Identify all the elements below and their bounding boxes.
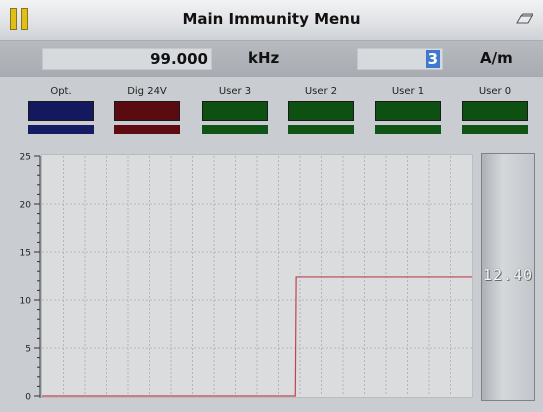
frequency-field[interactable]: 99.000 [42,48,212,70]
channel-bar [28,125,94,134]
channel-3[interactable]: User 2 [288,85,354,134]
y-tick-label: 0 [25,393,31,403]
channel-5[interactable]: User 0 [462,85,528,134]
y-tick-label: 10 [20,297,32,307]
level-chart: 0 5 10 15 20 25 [20,153,472,403]
page-title: Main Immunity Menu [182,10,361,28]
channel-bar [202,125,268,134]
channel-label: Dig 24V [127,86,167,97]
channel-0[interactable]: Opt. [28,85,94,134]
eraser-icon[interactable] [515,13,533,24]
y-tick-label: 15 [20,249,31,259]
amplitude-value[interactable]: 3 [425,50,440,68]
readout-panel: 12.40 [481,153,535,401]
channel-indicator[interactable] [114,101,180,121]
channel-label: User 1 [391,86,425,97]
channel-label: User 2 [304,86,338,97]
y-tick-label: 20 [20,201,32,211]
channel-bar [114,125,180,134]
channel-indicator[interactable] [202,101,268,121]
channel-4[interactable]: User 1 [375,85,441,134]
channel-bar [288,125,354,134]
channel-bar [462,125,528,134]
channel-bar [375,125,441,134]
channel-indicator[interactable] [288,101,354,121]
channel-1[interactable]: Dig 24V [114,85,180,134]
channel-indicator[interactable] [28,101,94,121]
channel-indicator[interactable] [375,101,441,121]
y-tick-label: 25 [20,153,31,163]
amplitude-unit: A/m [480,49,513,67]
y-tick-label: 5 [25,345,31,355]
amplitude-field[interactable]: 3 [357,48,443,70]
channel-label: Opt. [50,86,72,97]
readout-value: 12.40 [482,266,534,284]
channel-2[interactable]: User 3 [202,85,268,134]
title-bar: Main Immunity Menu [0,0,543,41]
frequency-unit: kHz [248,49,280,67]
channel-label: User 0 [478,86,512,97]
channel-indicator[interactable] [462,101,528,121]
channel-label: User 3 [218,86,252,97]
